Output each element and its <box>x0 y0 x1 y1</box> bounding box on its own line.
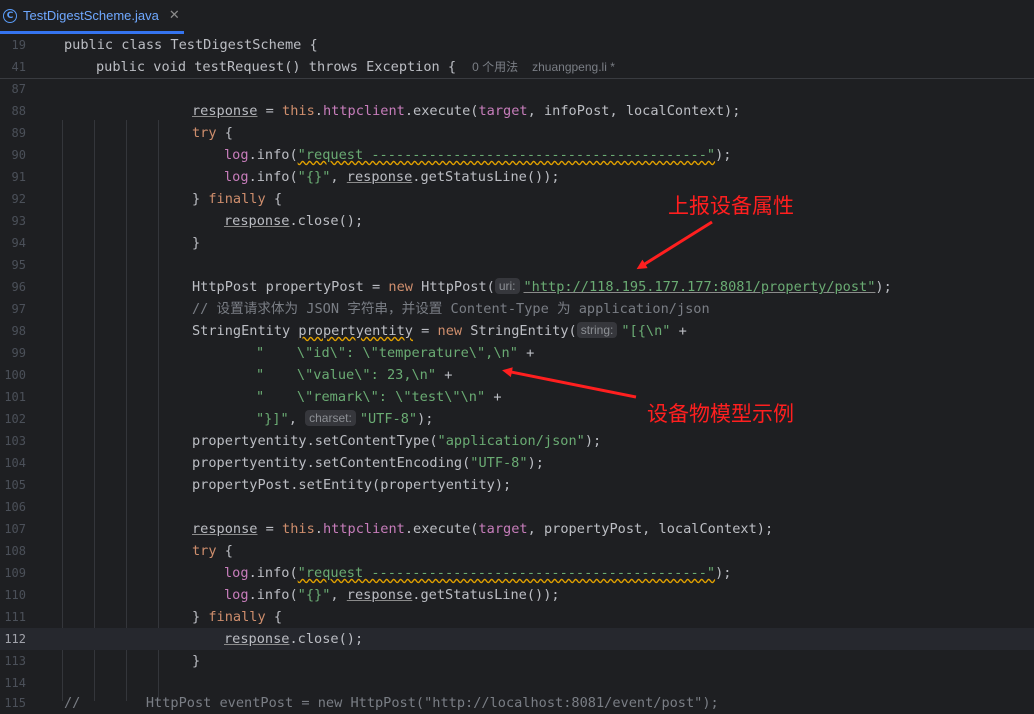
annotation-arrows <box>502 220 713 399</box>
annotation-report-property: 上报设备属性 <box>668 194 794 218</box>
arrow-to-url <box>636 220 713 270</box>
annotation-thing-model: 设备物模型示例 <box>647 402 794 426</box>
arrow-to-json <box>502 367 637 399</box>
